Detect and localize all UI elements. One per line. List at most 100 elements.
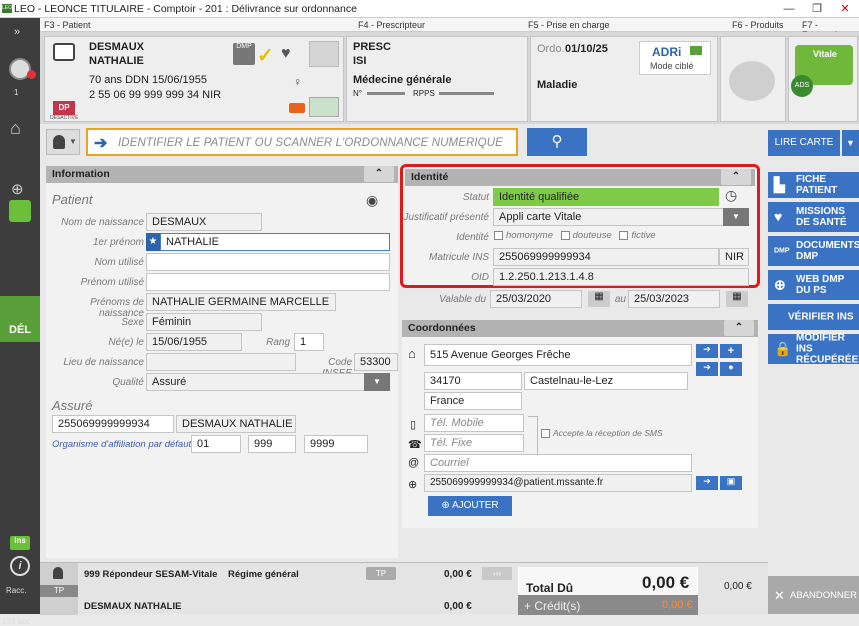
- mss-arrow-icon[interactable]: ➔: [696, 476, 718, 490]
- ins-icon[interactable]: ins: [10, 536, 30, 550]
- expand-button[interactable]: ›››: [482, 567, 512, 580]
- sexe-field[interactable]: Féminin: [146, 313, 262, 331]
- tel-mobile-field[interactable]: Tél. Mobile: [424, 414, 524, 432]
- tp-button[interactable]: TP: [366, 567, 396, 580]
- prenom-utilise-field[interactable]: [146, 273, 390, 291]
- lire-carte-dropdown[interactable]: ▼: [842, 130, 859, 156]
- org2-field[interactable]: 999: [248, 435, 296, 453]
- tel-fixe-field[interactable]: Tél. Fixe: [424, 434, 524, 452]
- patient-card[interactable]: DESMAUX NATHALIE 70 ans DDN 15/06/1955 2…: [44, 36, 344, 122]
- identite-checkboxes: homonyme douteuse fictive: [489, 230, 656, 241]
- city-field[interactable]: Castelnau-le-Lez: [524, 372, 688, 390]
- verifier-ins-button[interactable]: VÉRIFIER INS: [768, 304, 859, 330]
- ajouter-button[interactable]: ⊕ AJOUTER: [428, 496, 512, 516]
- identite-collapse-icon[interactable]: ⌃: [721, 169, 751, 185]
- mssante-field[interactable]: 255069999999934@patient.mssante.fr: [424, 474, 692, 492]
- ordo-date: 01/10/25: [565, 43, 608, 55]
- calendar-icon[interactable]: ▦: [588, 291, 610, 307]
- coordonnees-collapse-icon[interactable]: ⌃: [724, 320, 754, 336]
- address-arrow-icon[interactable]: ➔: [696, 344, 718, 358]
- vitale-card[interactable]: Vitale ADS: [788, 36, 858, 122]
- justificatif-dropdown-icon[interactable]: ▼: [723, 208, 749, 226]
- lieu-field[interactable]: [146, 353, 296, 371]
- patient-photo-icon[interactable]: [309, 41, 339, 67]
- valable-to-field[interactable]: 25/03/2023: [628, 290, 720, 308]
- total-box: Total Dû 0,00 € + Crédit(s) 0,00 €: [518, 567, 698, 615]
- address-add-icon[interactable]: +: [720, 344, 742, 358]
- matricule-suffix: NIR: [719, 248, 749, 266]
- valable-from-field[interactable]: 25/03/2020: [490, 290, 582, 308]
- eye-icon[interactable]: ◉: [366, 192, 378, 209]
- tab-f3-patient[interactable]: F3 - Patient: [44, 20, 91, 30]
- justificatif-select[interactable]: Appli carte Vitale: [493, 208, 749, 226]
- org3-field[interactable]: 9999: [304, 435, 368, 453]
- patient-search-input[interactable]: ➔ IDENTIFIER LE PATIENT OU SCANNER L'ORD…: [86, 128, 518, 156]
- maximize-button[interactable]: ❐: [803, 0, 831, 18]
- qualite-select[interactable]: Assuré: [146, 373, 390, 391]
- minimize-button[interactable]: —: [775, 0, 803, 18]
- assure-name-field[interactable]: DESMAUX NATHALIE: [176, 415, 296, 433]
- footer-person-tab[interactable]: TP: [40, 563, 78, 615]
- card-icon[interactable]: [309, 97, 339, 117]
- prenoms-naissance-field[interactable]: NATHALIE GERMAINE MARCELLE: [146, 293, 336, 311]
- racc-label[interactable]: Racc.: [6, 586, 26, 595]
- qualite-dropdown-icon[interactable]: ▼: [364, 373, 390, 391]
- nom-utilise-field[interactable]: [146, 253, 390, 271]
- courriel-field[interactable]: Courriel: [424, 454, 692, 472]
- close-button[interactable]: ✕: [831, 0, 859, 18]
- search-button[interactable]: ⚲: [527, 128, 587, 156]
- rang-field[interactable]: 1: [294, 333, 324, 351]
- documents-dmp-button[interactable]: DMP DOCUMENTS DMP: [768, 236, 859, 266]
- heart-hand-icon[interactable]: ♥: [281, 45, 291, 63]
- fictive-checkbox[interactable]: [619, 230, 629, 240]
- tab-f4-prescripteur[interactable]: F4 - Prescripteur: [358, 20, 425, 30]
- postal-code-field[interactable]: 34170: [424, 372, 522, 390]
- lire-carte-button[interactable]: LIRE CARTE: [768, 130, 840, 156]
- country-field[interactable]: France: [424, 392, 522, 410]
- calendar-to-icon[interactable]: ▦: [726, 291, 748, 307]
- document-icon[interactable]: [9, 200, 31, 222]
- info-icon[interactable]: i: [10, 556, 30, 576]
- tab-f5-prise-en-charge[interactable]: F5 - Prise en charge: [528, 20, 610, 30]
- del-tab[interactable]: DÉL: [0, 296, 40, 342]
- dmp-icon[interactable]: DMP: [233, 43, 255, 65]
- insee-field[interactable]: 53300: [354, 353, 398, 371]
- patient-selector[interactable]: ▼: [46, 129, 80, 155]
- keyboard-mode[interactable]: 123 abc: [2, 617, 30, 626]
- modifier-ins-button[interactable]: 🔒 MODIFIER INS RÉCUPÉRÉE: [768, 333, 859, 366]
- abandonner-button[interactable]: ✕ ABANDONNER: [768, 576, 859, 614]
- patient-first-name: NATHALIE: [89, 55, 144, 67]
- sms-checkbox[interactable]: [541, 429, 550, 439]
- prenom-field[interactable]: NATHALIE: [160, 233, 390, 251]
- add-icon[interactable]: ⊕: [11, 180, 24, 198]
- nom-naissance-field[interactable]: DESMAUX: [146, 213, 262, 231]
- douteuse-checkbox[interactable]: [560, 230, 570, 240]
- product-card[interactable]: [720, 36, 786, 122]
- nom-utilise-label: Nom utilisé: [94, 257, 144, 268]
- org1-field[interactable]: 01: [191, 435, 241, 453]
- sms-label: Accepte la réception de SMS: [553, 428, 663, 438]
- fiche-patient-button[interactable]: ▙ FICHE PATIENT: [768, 172, 859, 198]
- mss-open-icon[interactable]: ▣: [720, 476, 742, 490]
- home-icon[interactable]: ⌂: [10, 118, 21, 139]
- collapse-up-icon[interactable]: ⌃: [364, 166, 394, 182]
- tab-f6-produits[interactable]: F6 - Produits: [732, 20, 784, 30]
- fiche-patient-label: FICHE PATIENT: [796, 174, 838, 196]
- prise-en-charge-card[interactable]: Ordo. 01/10/25 ADRi Mode ciblé Maladie: [530, 36, 718, 122]
- missions-sante-button[interactable]: ♥ MISSIONS DE SANTÉ: [768, 202, 859, 232]
- phone-icon[interactable]: [289, 103, 305, 113]
- collapse-chevron-icon[interactable]: »: [14, 26, 20, 38]
- dp-icon[interactable]: DP: [53, 101, 75, 115]
- adri-box[interactable]: ADRi Mode ciblé: [639, 41, 711, 75]
- repondeur-label: 999 Répondeur SESAM-Vitale: [84, 569, 218, 580]
- ne-le-field[interactable]: 15/06/1955: [146, 333, 242, 351]
- map-pin-icon[interactable]: ●: [720, 362, 742, 376]
- assure-nir-field[interactable]: 255069999999934: [52, 415, 174, 433]
- amount-2: 0,00 €: [444, 601, 472, 612]
- web-dmp-button[interactable]: ⊕ WEB DMP DU PS: [768, 270, 859, 300]
- map-arrow-icon[interactable]: ➔: [696, 362, 718, 376]
- prescriber-card[interactable]: PRESC ISI Médecine générale N° RPPS: [346, 36, 528, 122]
- homonyme-checkbox[interactable]: [494, 230, 503, 240]
- history-icon[interactable]: ◷: [725, 187, 737, 204]
- address-field[interactable]: 515 Avenue Georges Frêche: [424, 344, 692, 366]
